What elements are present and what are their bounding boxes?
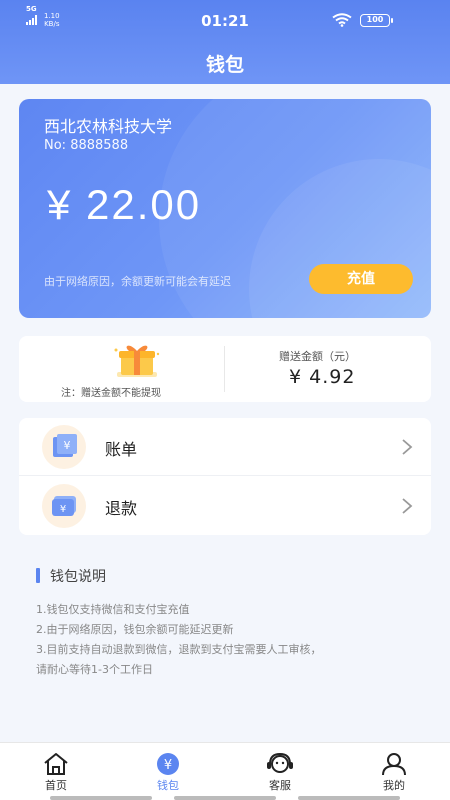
tab-label: 钱包 [157, 779, 179, 792]
customer-service-icon [267, 752, 293, 773]
info-line: 请耐心等待1-3个工作日 [36, 663, 153, 676]
tab-mine[interactable]: 我的 [338, 743, 450, 800]
info-lines: 1.钱包仅支持微信和支付宝充值 2.由于网络原因，钱包余额可能延迟更新 3.目前… [36, 600, 416, 680]
school-name: 西北农林科技大学 [44, 117, 173, 136]
svg-text:¥: ¥ [164, 758, 172, 773]
divider [224, 346, 225, 392]
wallet-info: 钱包说明 1.钱包仅支持微信和支付宝充值 2.由于网络原因，钱包余额可能延迟更新… [36, 566, 416, 680]
menu-item-refund[interactable]: ¥ 退款 [19, 477, 431, 535]
tab-label: 客服 [269, 779, 291, 792]
bonus-label: 赠送金额（元） [279, 350, 356, 363]
tab-customer-service[interactable]: 客服 [224, 743, 336, 800]
card-number: No: 8888588 [44, 138, 129, 153]
info-line: 2.由于网络原因，钱包余额可能延迟更新 [36, 623, 234, 636]
status-bar: 5G 1.10 KB/s 01:21 100 [0, 0, 450, 40]
gift-icon [114, 345, 160, 377]
header: 5G 1.10 KB/s 01:21 100 钱包 [0, 0, 450, 84]
battery-icon: 100 [360, 14, 393, 27]
menu-item-label: 账单 [105, 440, 138, 459]
home-icon [44, 753, 68, 775]
bonus-amount: ¥ 4.92 [289, 366, 356, 388]
wifi-icon [332, 13, 352, 27]
wallet-card: 西北农林科技大学 No: 8888588 ¥ 22.00 由于网络原因，余额更新… [19, 99, 431, 318]
page-title: 钱包 [205, 54, 244, 76]
wallet-icon: ¥ [157, 753, 179, 775]
tab-label: 我的 [383, 779, 405, 792]
recharge-button[interactable]: 充值 [309, 264, 413, 294]
menu-item-label: 退款 [105, 499, 138, 518]
balance-amount: ¥ 22.00 [47, 181, 202, 228]
menu-card: ¥ 账单 ¥ 退款 [19, 418, 431, 535]
bill-icon: ¥ [42, 425, 86, 469]
bonus-note: 注：赠送金额不能提现 [61, 388, 161, 399]
svg-text:¥: ¥ [64, 439, 71, 452]
svg-text:¥: ¥ [60, 504, 66, 515]
bonus-card: 注：赠送金额不能提现 赠送金额（元） ¥ 4.92 [19, 336, 431, 402]
info-title: 钱包说明 [36, 566, 416, 586]
balance-delay-note: 由于网络原因，余额更新可能会有延迟 [44, 275, 231, 288]
tab-wallet[interactable]: ¥ 钱包 [112, 743, 224, 800]
info-line: 3.目前支持自动退款到微信，退款到支付宝需要人工审核， [36, 643, 322, 656]
home-indicator [0, 796, 450, 800]
chevron-right-icon [402, 439, 413, 455]
user-icon [382, 753, 406, 776]
refund-icon: ¥ [42, 484, 86, 528]
chevron-right-icon [402, 498, 413, 514]
info-line: 1.钱包仅支持微信和支付宝充值 [36, 603, 190, 616]
tab-bar: 首页 ¥ 钱包 客服 我的 [0, 742, 450, 800]
tab-home[interactable]: 首页 [0, 743, 112, 800]
tab-label: 首页 [45, 779, 67, 792]
menu-item-bill[interactable]: ¥ 账单 [19, 418, 431, 476]
